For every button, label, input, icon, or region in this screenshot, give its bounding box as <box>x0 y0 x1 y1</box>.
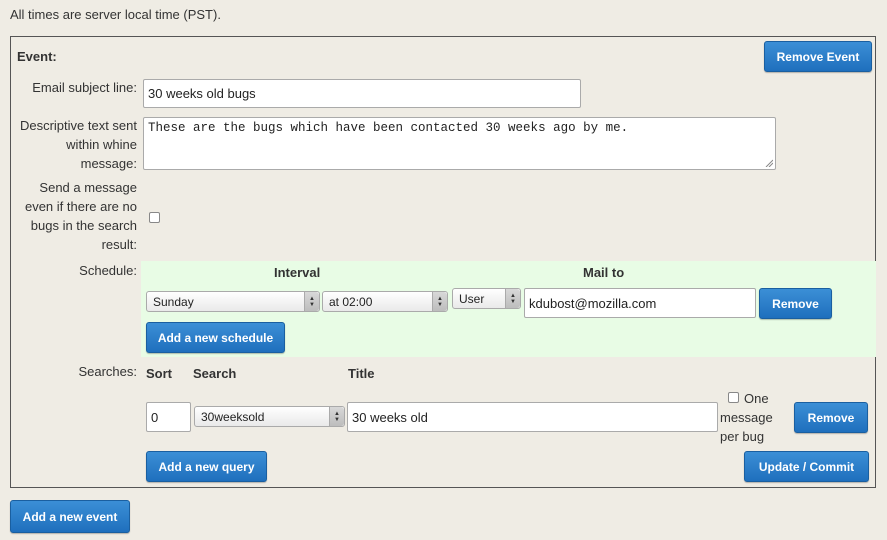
description-label: Descriptive text sent within whine messa… <box>11 116 137 173</box>
one-message-label-line-2: message <box>720 410 773 425</box>
send-empty-checkbox[interactable] <box>149 212 160 223</box>
search-select-value: 30weeksold <box>201 409 265 424</box>
one-message-label-line-3: per bug <box>720 429 765 444</box>
remove-schedule-button[interactable]: Remove <box>759 288 832 319</box>
description-textarea[interactable]: These are the bugs which have been conta… <box>143 117 776 170</box>
schedule-label: Schedule: <box>79 263 137 278</box>
mailto-header: Mail to <box>583 265 625 280</box>
description-text: These are the bugs which have been conta… <box>148 121 629 135</box>
event-heading: Event: <box>17 49 57 64</box>
mailto-input[interactable]: kdubost@mozilla.com <box>524 288 756 318</box>
sort-input[interactable]: 0 <box>146 402 191 432</box>
schedule-time-value: at 02:00 <box>329 294 373 309</box>
interval-header: Interval <box>274 265 321 280</box>
mailto-type-select[interactable]: User ▲ ▼ <box>452 288 521 309</box>
search-header: Search <box>193 366 237 381</box>
send-empty-label-line-3: bugs in the search <box>30 218 137 233</box>
one-message-label-line-1: One <box>744 391 769 406</box>
schedule-day-select[interactable]: Sunday ▲ ▼ <box>146 291 320 312</box>
one-message-label: One message per bug <box>720 389 780 446</box>
title-input[interactable]: 30 weeks old <box>347 402 718 432</box>
add-query-button[interactable]: Add a new query <box>146 451 267 482</box>
timezone-notice: All times are server local time (PST). <box>10 7 221 22</box>
event-panel: Event: Remove Event Email subject line: … <box>10 36 876 488</box>
description-label-line-2: within whine <box>66 137 137 152</box>
send-empty-label-line-2: even if there are no <box>24 199 137 214</box>
send-empty-label: Send a message even if there are no bugs… <box>11 178 137 254</box>
schedule-day-value: Sunday <box>153 294 194 309</box>
subject-input[interactable]: 30 weeks old bugs <box>143 79 581 108</box>
subject-label: Email subject line: <box>32 80 137 95</box>
select-arrows-icon: ▲ ▼ <box>505 289 520 308</box>
add-event-button[interactable]: Add a new event <box>10 500 130 533</box>
title-header: Title <box>348 366 375 381</box>
send-empty-label-line-4: result: <box>101 237 137 252</box>
resize-grip-icon[interactable] <box>765 159 773 167</box>
send-empty-label-line-1: Send a message <box>39 180 137 195</box>
select-arrows-icon: ▲ ▼ <box>432 292 447 311</box>
remove-event-button[interactable]: Remove Event <box>764 41 872 72</box>
select-arrows-icon: ▲ ▼ <box>329 407 344 426</box>
search-select[interactable]: 30weeksold ▲ ▼ <box>194 406 345 427</box>
update-commit-button[interactable]: Update / Commit <box>744 451 869 482</box>
description-label-line-1: Descriptive text sent <box>19 118 137 133</box>
sort-header: Sort <box>146 366 172 381</box>
searches-label: Searches: <box>78 364 137 379</box>
description-label-line-3: message: <box>80 156 137 171</box>
mailto-type-value: User <box>459 291 485 306</box>
remove-search-button[interactable]: Remove <box>794 402 868 433</box>
add-schedule-button[interactable]: Add a new schedule <box>146 322 285 353</box>
select-arrows-icon: ▲ ▼ <box>304 292 319 311</box>
schedule-time-select[interactable]: at 02:00 ▲ ▼ <box>322 291 448 312</box>
